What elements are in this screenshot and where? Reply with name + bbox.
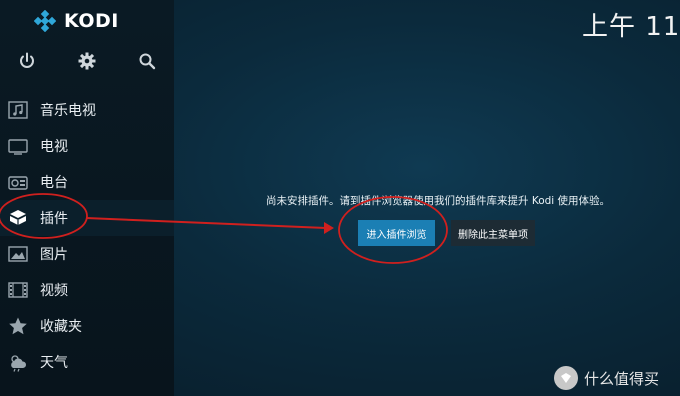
menu-item-label: 天气 xyxy=(40,355,68,371)
menu-item-label: 视频 xyxy=(40,283,68,299)
menu-item-label: 收藏夹 xyxy=(40,319,82,335)
menu-item-videos[interactable]: 视频 xyxy=(0,272,174,308)
menu-item-weather[interactable]: 天气 xyxy=(0,344,174,380)
weather-icon xyxy=(11,355,27,372)
menu-item-addons[interactable]: 插件 xyxy=(0,200,174,236)
watermark-text: 什么值得买 xyxy=(584,369,660,388)
menu-item-radio[interactable]: 电台 xyxy=(0,164,174,200)
search-icon[interactable] xyxy=(137,51,157,71)
app-name: KODI xyxy=(64,10,119,32)
radio-icon xyxy=(8,176,28,190)
kodi-logo-icon xyxy=(34,10,56,32)
menu-item-favourites[interactable]: 收藏夹 xyxy=(0,308,174,344)
annotation-arrow-head xyxy=(324,222,334,234)
star-icon xyxy=(9,317,27,335)
film-icon xyxy=(8,282,28,298)
menu-item-tv[interactable]: 电视 xyxy=(0,128,174,164)
menu-item-label: 图片 xyxy=(40,247,68,263)
settings-gear-icon[interactable] xyxy=(77,51,97,71)
sidebar: KODI 音乐电视 电视 电台 插件 图片 视频 收藏夹 天气 xyxy=(0,0,174,396)
addons-box-icon xyxy=(10,210,26,225)
menu-item-label: 音乐电视 xyxy=(40,103,96,119)
menu-item-label: 电视 xyxy=(40,139,68,155)
menu-item-label: 电台 xyxy=(40,175,68,191)
clock: 上午 11: xyxy=(582,12,680,42)
power-icon[interactable] xyxy=(17,51,37,71)
menu-item-label: 插件 xyxy=(40,211,68,227)
top-icon-bar xyxy=(0,48,174,74)
pictures-icon xyxy=(8,246,28,262)
menu-item-music-video[interactable]: 音乐电视 xyxy=(0,92,174,128)
enter-addon-browser-button[interactable]: 进入插件浏览 xyxy=(358,220,435,246)
main-menu: 音乐电视 电视 电台 插件 图片 视频 收藏夹 天气 xyxy=(0,92,174,380)
watermark: 什么值得买 xyxy=(554,366,659,390)
smzdm-logo-icon xyxy=(554,366,578,390)
music-video-icon xyxy=(8,101,28,119)
menu-item-pictures[interactable]: 图片 xyxy=(0,236,174,272)
tv-icon xyxy=(8,139,28,155)
kodi-logo: KODI xyxy=(34,10,119,32)
remove-menu-item-button[interactable]: 删除此主菜单项 xyxy=(451,220,535,246)
no-addons-message: 尚未安排插件。请到插件浏览器使用我们的插件库来提升 Kodi 使用体验。 xyxy=(266,195,611,207)
